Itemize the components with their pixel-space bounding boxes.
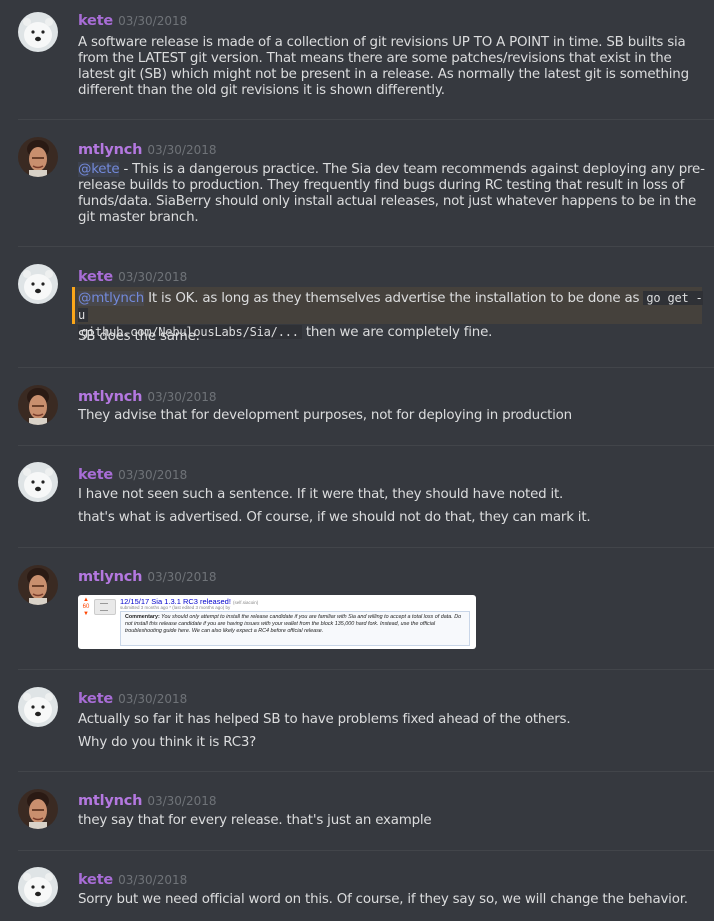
person-photo-icon [18,789,58,829]
polar-bear-icon [18,687,58,727]
message-header: kete 03/30/2018 [78,266,187,286]
embedded-screenshot[interactable]: ▲ 60 ▼ 12/15/17 Sia 1.3.1 RC3 released! (s… [78,595,476,649]
person-photo-icon [18,385,58,425]
author-name[interactable]: kete [78,467,113,483]
vote-score: ▲ 60 ▼ [82,597,90,617]
timestamp: 03/30/2018 [118,270,188,284]
avatar[interactable] [18,462,58,502]
divider [18,771,714,772]
timestamp: 03/30/2018 [147,143,217,157]
message-header: mtlynch 03/30/2018 [78,386,216,406]
message-header: kete 03/30/2018 [78,688,187,708]
avatar[interactable] [18,12,58,52]
message-text: Why do you think it is RC3? [78,735,257,750]
message-text: Sorry but we need official word on this.… [78,892,688,907]
avatar[interactable] [18,867,58,907]
author-name[interactable]: kete [78,872,113,888]
avatar[interactable] [18,385,58,425]
timestamp: 03/30/2018 [147,570,217,584]
message-text: @kete - This is a dangerous practice. Th… [78,162,706,226]
timestamp: 03/30/2018 [118,468,188,482]
author-name[interactable]: mtlynch [78,569,143,585]
polar-bear-icon [18,12,58,52]
post-meta: submitted 3 months ago * (last edited 3 … [120,605,231,610]
message-text: I have not seen such a sentence. If it w… [78,487,564,502]
avatar[interactable] [18,264,58,304]
chat-messages: kete 03/30/2018 A software release is mad… [0,0,714,921]
divider [18,850,714,851]
message-text: A software release is made of a collecti… [78,35,689,98]
polar-bear-icon [18,867,58,907]
timestamp: 03/30/2018 [118,692,188,706]
author-name[interactable]: kete [78,13,113,29]
divider [18,119,714,120]
person-photo-icon [18,137,58,177]
post-commentary: Commentary: You should only attempt to i… [120,611,470,646]
avatar[interactable] [18,687,58,727]
avatar[interactable] [18,565,58,605]
message-header: mtlynch 03/30/2018 [78,139,216,159]
divider [18,669,714,670]
message-text: that's what is advertised. Of course, if… [78,510,591,525]
polar-bear-icon [18,264,58,304]
author-name[interactable]: mtlynch [78,793,143,809]
message-text: They advise that for development purpose… [78,408,572,423]
author-name[interactable]: kete [78,269,113,285]
person-photo-icon [18,565,58,605]
timestamp: 03/30/2018 [118,873,188,887]
avatar[interactable] [18,137,58,177]
message-text: SB does the same. [78,329,200,344]
message-text: Actually so far it has helped SB to have… [78,712,571,727]
divider [18,367,714,368]
user-mention[interactable]: @mtlynch [78,291,144,306]
post-thumbnail-icon [94,599,116,615]
author-name[interactable]: mtlynch [78,142,143,158]
polar-bear-icon [18,462,58,502]
timestamp: 03/30/2018 [147,390,217,404]
divider [18,246,714,247]
author-name[interactable]: kete [78,691,113,707]
author-name[interactable]: mtlynch [78,389,143,405]
message-header: mtlynch 03/30/2018 [78,566,216,586]
message-header: kete 03/30/2018 [78,869,187,889]
timestamp: 03/30/2018 [147,794,217,808]
avatar[interactable] [18,789,58,829]
message-text: they say that for every release. that's … [78,813,432,828]
divider [18,547,714,548]
timestamp: 03/30/2018 [118,14,188,28]
message-header: kete 03/30/2018 [78,10,187,30]
message-body: - This is a dangerous practice. The Sia … [78,162,705,225]
divider [18,445,714,446]
user-mention[interactable]: @kete [78,162,120,177]
message-body: It is OK. as long as they themselves adv… [144,291,644,306]
message-header: mtlynch 03/30/2018 [78,790,216,810]
message-header: kete 03/30/2018 [78,464,187,484]
